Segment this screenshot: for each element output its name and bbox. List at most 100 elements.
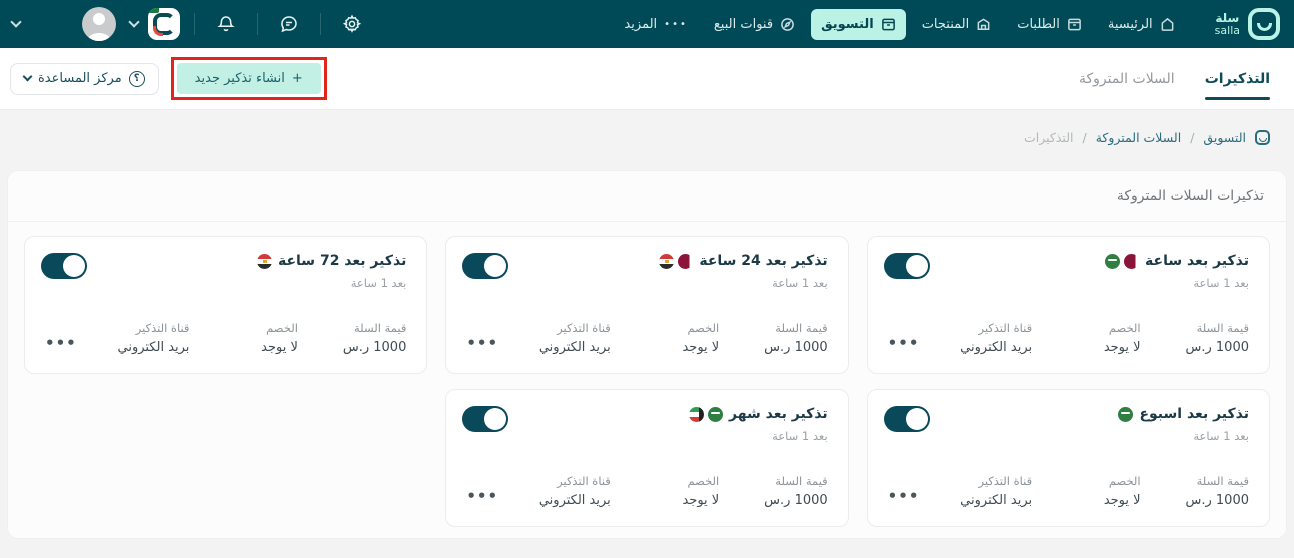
salla-bag-icon — [1255, 130, 1270, 145]
reminder-toggle[interactable] — [462, 406, 508, 432]
card-flags — [1118, 407, 1133, 422]
field-value: 1000 ر.س — [719, 340, 827, 355]
field-label: الخصم — [611, 321, 719, 335]
field-label: الخصم — [611, 474, 719, 488]
breadcrumb: التسويق / السلات المتروكة / التذكيرات — [0, 110, 1294, 145]
chevron-down-icon — [23, 72, 33, 82]
field-label: قناة التذكير — [81, 321, 189, 335]
card-field: الخصم لا يوجد — [611, 474, 719, 508]
qatar-flag-icon — [678, 254, 693, 269]
top-navbar: سلة salla الرئيسية الطلبات المنتجات التس… — [0, 0, 1294, 48]
field-label: قيمة السلة — [719, 321, 827, 335]
card-heading: تذكير بعد 24 ساعة بعد 1 ساعة — [659, 253, 827, 290]
marketing-icon — [881, 17, 896, 32]
tab-reminders[interactable]: التذكيرات — [1205, 48, 1270, 109]
card-title: تذكير بعد شهر — [729, 406, 828, 422]
card-flags — [1105, 254, 1139, 269]
breadcrumb-marketing[interactable]: التسويق — [1203, 130, 1246, 145]
create-reminder-button[interactable]: + انشاء تذكير جديد — [177, 63, 321, 94]
card-fields: قيمة السلة1000 ر.سالخصملا يوجدقناة التذك… — [502, 321, 827, 355]
card-field: قناة التذكيربريد الكتروني — [502, 321, 610, 355]
panel-header: تذكيرات السلات المتروكة — [8, 171, 1286, 222]
more-options-button[interactable]: ••• — [41, 324, 81, 352]
home-icon — [1160, 17, 1175, 32]
nav-label: الطلبات — [1017, 17, 1060, 32]
card-fields: قيمة السلة1000 ر.سالخصملا يوجدقناة التذك… — [924, 321, 1249, 355]
nav-item-sales-channels[interactable]: قنوات البيع — [704, 9, 805, 40]
reminder-card: تذكير بعد 72 ساعة بعد 1 ساعة قيمة السلة1… — [24, 236, 427, 374]
card-title: تذكير بعد ساعة — [1145, 253, 1249, 269]
breadcrumb-abandoned-carts[interactable]: السلات المتروكة — [1096, 130, 1182, 145]
brand-text: سلة salla — [1215, 12, 1240, 36]
card-field: قيمة السلة1000 ر.س — [719, 474, 827, 508]
field-value: لا يوجد — [189, 340, 297, 355]
collapse-chevron-icon[interactable] — [10, 16, 21, 27]
annotation-highlight: + انشاء تذكير جديد — [171, 57, 327, 100]
more-options-button[interactable]: ••• — [462, 324, 502, 352]
qatar-flag-icon — [1124, 254, 1139, 269]
tab-abandoned-carts[interactable]: السلات المتروكة — [1079, 48, 1175, 109]
products-icon — [976, 17, 991, 32]
card-top: تذكير بعد اسبوع بعد 1 ساعة — [884, 406, 1249, 443]
breadcrumb-separator: / — [1190, 130, 1194, 145]
reminder-toggle[interactable] — [884, 253, 930, 279]
card-fields-row: قيمة السلة1000 ر.سالخصملا يوجدقناة التذك… — [884, 474, 1249, 508]
main-panel: تذكيرات السلات المتروكة تذكير بعد ساعة ب… — [8, 171, 1286, 538]
support-chat-button[interactable] — [272, 7, 306, 41]
card-title: تذكير بعد 72 ساعة — [278, 253, 406, 269]
nav-label: التسويق — [821, 17, 874, 32]
plus-icon: + — [292, 71, 303, 86]
reminder-toggle[interactable] — [41, 253, 87, 279]
saudi-flag-icon — [1118, 407, 1133, 422]
sales-channels-icon — [780, 17, 795, 32]
nav-item-home[interactable]: الرئيسية — [1098, 9, 1185, 40]
avatar[interactable] — [82, 7, 116, 41]
field-value: لا يوجد — [1032, 340, 1140, 355]
page-title: تذكيرات السلات المتروكة — [30, 188, 1264, 204]
nav-label: الرئيسية — [1108, 17, 1153, 32]
help-center-label: مركز المساعدة — [38, 71, 122, 86]
nav-item-marketing[interactable]: التسويق — [811, 9, 906, 40]
card-fields-row: قيمة السلة1000 ر.سالخصملا يوجدقناة التذك… — [884, 321, 1249, 355]
field-value: بريد الكتروني — [924, 493, 1032, 508]
more-options-button[interactable]: ••• — [884, 477, 924, 505]
cards-grid: تذكير بعد ساعة بعد 1 ساعة قيمة السلة1000… — [8, 222, 1286, 541]
nav-label: المنتجات — [922, 17, 970, 32]
field-value: لا يوجد — [611, 493, 719, 508]
field-value: 1000 ر.س — [1141, 340, 1249, 355]
reminder-toggle[interactable] — [462, 253, 508, 279]
card-heading: تذكير بعد شهر بعد 1 ساعة — [689, 406, 828, 443]
settings-button[interactable] — [335, 7, 369, 41]
card-top: تذكير بعد ساعة بعد 1 ساعة — [884, 253, 1249, 290]
card-top: تذكير بعد 24 ساعة بعد 1 ساعة — [462, 253, 827, 290]
help-center-button[interactable]: ؟ مركز المساعدة — [10, 63, 159, 95]
salla-logo[interactable]: سلة salla — [1215, 8, 1280, 40]
notifications-button[interactable] — [209, 7, 243, 41]
chat-bubble-icon — [279, 14, 299, 34]
more-options-button[interactable]: ••• — [884, 324, 924, 352]
brand-name-en: salla — [1215, 25, 1240, 37]
nav-item-products[interactable]: المنتجات — [912, 9, 1002, 40]
field-label: الخصم — [189, 321, 297, 335]
breadcrumb-separator: / — [1082, 130, 1086, 145]
orders-icon — [1067, 17, 1082, 32]
nav-item-more[interactable]: ••• المزيد — [614, 9, 697, 40]
more-options-button[interactable]: ••• — [462, 477, 502, 505]
field-label: قيمة السلة — [1141, 474, 1249, 488]
store-switcher[interactable] — [130, 8, 180, 40]
chevron-down-icon — [128, 16, 139, 27]
card-field: قناة التذكيربريد الكتروني — [502, 474, 610, 508]
card-subtitle: بعد 1 ساعة — [1105, 276, 1249, 290]
divider — [320, 13, 321, 35]
card-subtitle: بعد 1 ساعة — [659, 276, 827, 290]
nav-item-orders[interactable]: الطلبات — [1007, 9, 1092, 40]
card-flags — [659, 254, 693, 269]
reminder-toggle[interactable] — [884, 406, 930, 432]
card-field: الخصملا يوجد — [1032, 321, 1140, 355]
field-label: الخصم — [1032, 474, 1140, 488]
breadcrumb-reminders-current: التذكيرات — [1024, 130, 1073, 145]
gear-icon — [342, 14, 362, 34]
field-label: قيمة السلة — [298, 321, 406, 335]
card-fields: قيمة السلة1000 ر.سالخصملا يوجدقناة التذك… — [81, 321, 406, 355]
topbar-icon-cluster — [12, 7, 369, 41]
